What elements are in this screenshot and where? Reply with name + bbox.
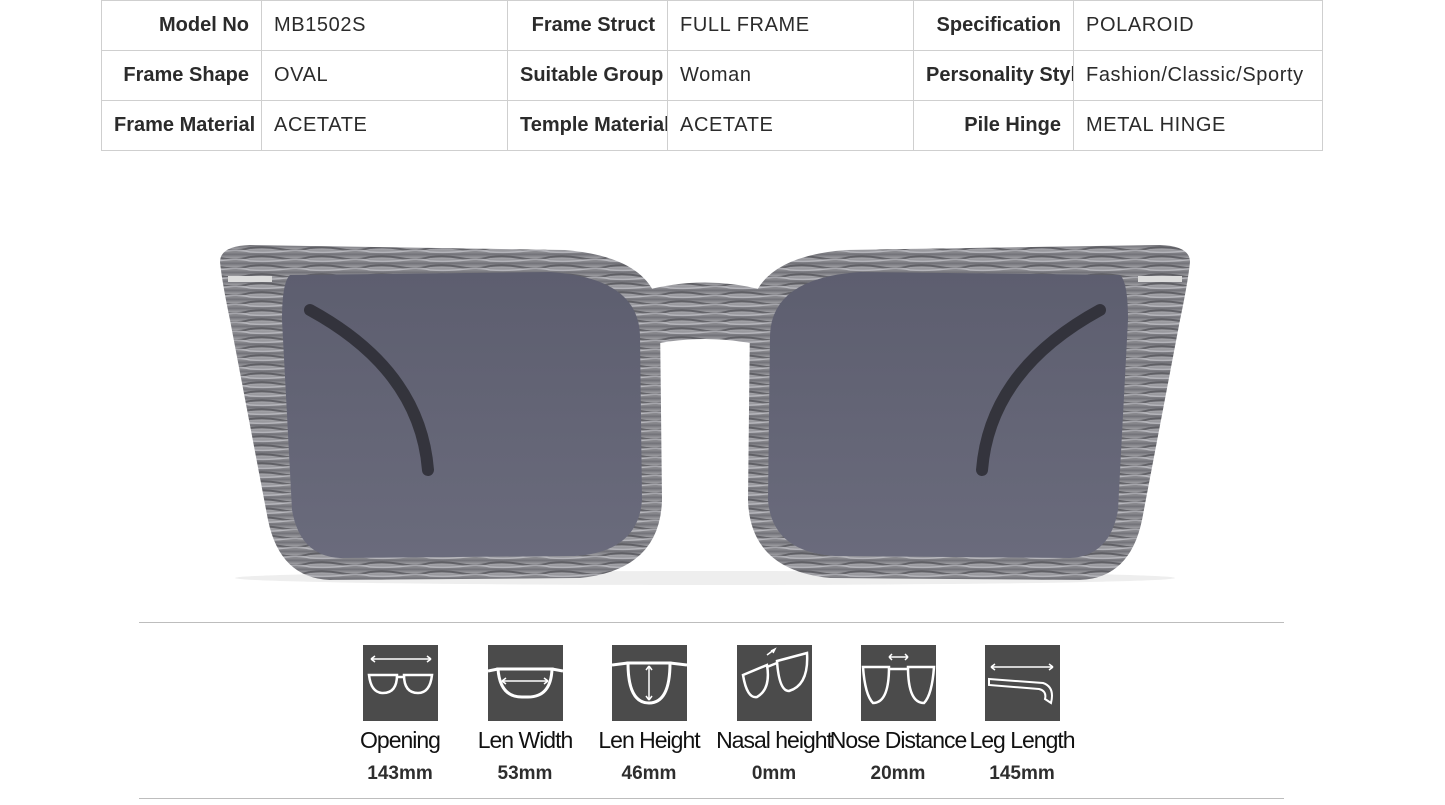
dimension-value: 0mm xyxy=(751,763,797,784)
divider xyxy=(139,622,1284,623)
spec-value: FULL FRAME xyxy=(667,0,914,51)
spec-label: Frame Material xyxy=(101,100,262,151)
spec-row: Model No MB1502S Frame Struct FULL FRAME… xyxy=(101,0,1323,51)
spec-label: Temple Material xyxy=(507,100,668,151)
spec-value: Fashion/Classic/Sporty xyxy=(1073,50,1323,101)
nose-distance-icon xyxy=(861,645,936,721)
nasal-height-icon xyxy=(737,645,812,721)
dimension-value: 143mm xyxy=(367,763,433,784)
dimension-label: Len Height xyxy=(598,727,700,753)
lens-width-icon xyxy=(488,645,563,721)
dimension-value: 145mm xyxy=(989,763,1055,784)
spec-label: Specification xyxy=(913,0,1074,51)
spec-value: POLAROID xyxy=(1073,0,1323,51)
spec-row: Frame Shape OVAL Suitable Group Woman Pe… xyxy=(101,50,1323,101)
dimensions-strip: Opening 143mm Len Width 53mm Len Height … xyxy=(338,643,1098,793)
spec-label: Suitable Group xyxy=(507,50,668,101)
sunglasses-product-image xyxy=(190,200,1220,590)
dimension-value: 46mm xyxy=(621,763,677,784)
divider xyxy=(139,798,1284,799)
spec-label: Frame Shape xyxy=(101,50,262,101)
spec-label: Frame Struct xyxy=(507,0,668,51)
dimension-label: Opening xyxy=(360,727,441,753)
opening-icon xyxy=(363,645,438,721)
spec-value: MB1502S xyxy=(261,0,508,51)
spec-value: METAL HINGE xyxy=(1073,100,1323,151)
spec-label: Model No xyxy=(101,0,262,51)
dimension-label: Nasal height xyxy=(716,727,833,753)
spec-label: Pile Hinge xyxy=(913,100,1074,151)
dimension-label: Leg Length xyxy=(969,727,1075,753)
lens-height-icon xyxy=(612,645,687,721)
spec-value: ACETATE xyxy=(261,100,508,151)
dimension-value: 20mm xyxy=(870,763,926,784)
dimension-value: 53mm xyxy=(497,763,553,784)
spec-value: Woman xyxy=(667,50,914,101)
spec-value: OVAL xyxy=(261,50,508,101)
spec-label: Personality Style xyxy=(913,50,1074,101)
spec-table: Model No MB1502S Frame Struct FULL FRAME… xyxy=(101,0,1323,151)
dimension-label: Len Width xyxy=(477,727,574,753)
spec-value: ACETATE xyxy=(667,100,914,151)
spec-row: Frame Material ACETATE Temple Material A… xyxy=(101,100,1323,151)
leg-length-icon xyxy=(985,645,1060,721)
dimension-label: Nose Distance xyxy=(829,727,968,753)
